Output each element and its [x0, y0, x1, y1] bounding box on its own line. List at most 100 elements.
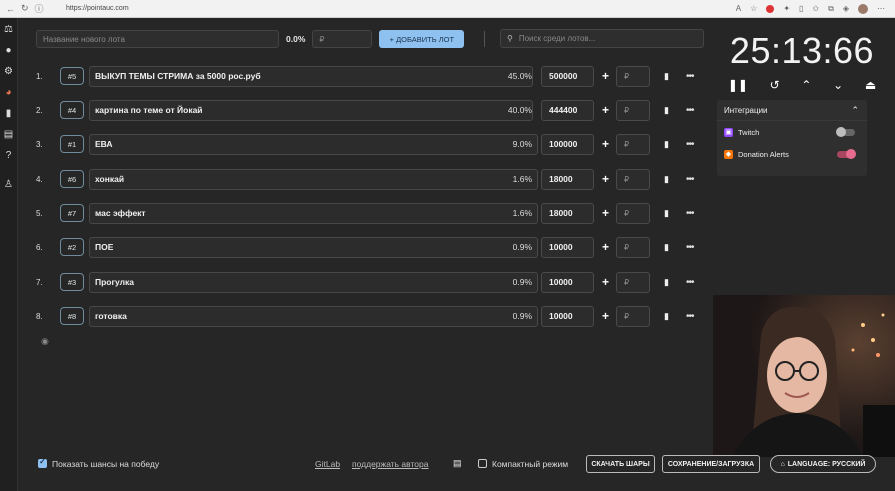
- chevron-up-icon[interactable]: ⌃: [801, 78, 811, 92]
- reload-icon[interactable]: ↻: [21, 3, 29, 14]
- settings-icon[interactable]: ⚙: [4, 66, 13, 78]
- more-icon[interactable]: •••: [686, 105, 694, 116]
- lot-id-badge[interactable]: #7: [60, 204, 84, 222]
- lot-id-badge[interactable]: #1: [60, 135, 84, 153]
- new-lot-amount-input[interactable]: ₽: [312, 30, 373, 48]
- menu-icon[interactable]: ⋯: [877, 4, 885, 13]
- compact-mode-checkbox[interactable]: [478, 459, 487, 468]
- extension-icon[interactable]: [766, 4, 775, 13]
- lot-id-badge[interactable]: #8: [60, 307, 84, 325]
- more-icon[interactable]: •••: [686, 242, 694, 253]
- lot-add-input[interactable]: ₽: [616, 133, 650, 155]
- lot-amount-input[interactable]: 100000: [541, 133, 594, 155]
- lot-amount-input[interactable]: 500000: [541, 65, 594, 87]
- trash-icon[interactable]: ▮: [664, 139, 669, 150]
- address-bar[interactable]: https://pointauc.com: [66, 5, 129, 12]
- save-load-button[interactable]: СОХРАНЕНИЕ/ЗАГРУЗКА: [662, 455, 760, 473]
- lot-amount-input[interactable]: 444400: [541, 99, 594, 121]
- lot-id-badge[interactable]: #5: [60, 67, 84, 85]
- trash-icon[interactable]: ▮: [664, 71, 669, 82]
- add-amount-button[interactable]: +: [602, 206, 609, 220]
- stats-icon[interactable]: ▮: [6, 108, 12, 120]
- more-icon[interactable]: •••: [686, 277, 694, 288]
- lot-amount-input[interactable]: 10000: [541, 236, 594, 258]
- more-icon[interactable]: •••: [686, 311, 694, 322]
- add-amount-button[interactable]: +: [602, 275, 609, 289]
- gitlab-link[interactable]: GitLab: [315, 459, 340, 469]
- add-amount-button[interactable]: +: [602, 240, 609, 254]
- profile-avatar[interactable]: [858, 3, 868, 14]
- search-input[interactable]: ⚲ Поиск среди лотов...: [500, 29, 704, 48]
- lot-id-badge[interactable]: #6: [60, 170, 84, 188]
- add-amount-button[interactable]: +: [602, 172, 609, 186]
- lot-add-input[interactable]: ₽: [616, 65, 650, 87]
- stamp-icon[interactable]: ♙: [4, 179, 13, 191]
- puzzle-icon[interactable]: ✦: [783, 4, 790, 13]
- lot-id-badge[interactable]: #3: [60, 273, 84, 291]
- add-amount-button[interactable]: +: [602, 309, 609, 323]
- lot-add-input[interactable]: ₽: [616, 305, 650, 327]
- favorites-icon[interactable]: ✩: [812, 4, 819, 13]
- add-lot-button[interactable]: + ДОБАВИТЬ ЛОТ: [379, 30, 465, 48]
- lot-name-input[interactable]: ЕВА: [89, 133, 538, 155]
- lot-amount-input[interactable]: 10000: [541, 305, 594, 327]
- lot-name-input[interactable]: картина по теме от Йокай: [89, 99, 533, 121]
- collections-icon[interactable]: ⧉: [828, 4, 834, 14]
- lot-add-input[interactable]: ₽: [616, 236, 650, 258]
- gavel-icon[interactable]: ⚖: [4, 24, 13, 36]
- lot-id-badge[interactable]: #2: [60, 238, 84, 256]
- favorite-icon[interactable]: ☆: [750, 4, 757, 13]
- trash-icon[interactable]: ▮: [664, 277, 669, 288]
- add-amount-button[interactable]: +: [602, 103, 609, 117]
- shield-icon[interactable]: ◈: [843, 4, 849, 13]
- more-icon[interactable]: •••: [686, 139, 694, 150]
- info-icon[interactable]: ⓘ: [35, 2, 44, 15]
- add-amount-button[interactable]: +: [602, 137, 609, 151]
- read-aloud-icon[interactable]: A: [736, 4, 741, 13]
- double-chevron-up-icon[interactable]: ⏏: [865, 78, 876, 92]
- more-icon[interactable]: •••: [686, 174, 694, 185]
- add-amount-button[interactable]: +: [602, 69, 609, 83]
- twitch-toggle[interactable]: [836, 127, 855, 137]
- more-icon[interactable]: •••: [686, 71, 694, 82]
- trash-icon[interactable]: ▮: [664, 105, 669, 116]
- lot-name-input[interactable]: ВЫКУП ТЕМЫ СТРИМА за 5000 рос.руб: [89, 65, 533, 87]
- donation-alerts-toggle[interactable]: [837, 149, 856, 159]
- user-icon[interactable]: ●: [5, 45, 11, 57]
- lot-id-badge[interactable]: #4: [60, 101, 84, 119]
- pause-icon[interactable]: ❚❚: [728, 78, 748, 92]
- integrations-header[interactable]: Интеграции ⌃: [717, 100, 867, 121]
- lot-add-input[interactable]: ₽: [616, 271, 650, 293]
- lot-add-input[interactable]: ₽: [616, 202, 650, 224]
- chevron-down-icon[interactable]: ⌄: [833, 78, 843, 92]
- reset-icon[interactable]: ↺: [770, 78, 780, 92]
- lot-name-input[interactable]: Прогулка: [89, 271, 538, 293]
- lot-row: 1. #5 ВЫКУП ТЕМЫ СТРИМА за 5000 рос.руб …: [36, 65, 694, 87]
- trash-icon[interactable]: ▮: [664, 174, 669, 185]
- eye-icon[interactable]: ◉: [41, 336, 49, 347]
- language-button[interactable]: ⌂ LANGUAGE: РУССКИЙ: [770, 455, 876, 473]
- trash-icon[interactable]: ▮: [664, 242, 669, 253]
- history-icon[interactable]: ▤: [4, 129, 13, 141]
- back-icon[interactable]: ←: [6, 4, 15, 14]
- lot-add-input[interactable]: ₽: [616, 99, 650, 121]
- trash-icon[interactable]: ▮: [664, 208, 669, 219]
- lot-amount-input[interactable]: 10000: [541, 271, 594, 293]
- split-screen-icon[interactable]: ▯: [799, 4, 803, 13]
- wheel-icon[interactable]: ◕: [5, 87, 11, 99]
- more-icon[interactable]: •••: [686, 208, 694, 219]
- lot-name-input[interactable]: мас эффект: [89, 202, 538, 224]
- lot-name-input[interactable]: готовка: [89, 305, 538, 327]
- lot-amount-input[interactable]: 18000: [541, 202, 594, 224]
- list-sort-icon[interactable]: ▤: [453, 458, 462, 469]
- trash-icon[interactable]: ▮: [664, 311, 669, 322]
- lot-amount-input[interactable]: 18000: [541, 168, 594, 190]
- lot-add-input[interactable]: ₽: [616, 168, 650, 190]
- new-lot-input[interactable]: Название нового лота: [36, 30, 279, 48]
- help-icon[interactable]: ?: [6, 150, 12, 162]
- download-balls-button[interactable]: СКАЧАТЬ ШАРЫ: [586, 455, 655, 473]
- support-author-link[interactable]: поддержать автора: [352, 459, 428, 469]
- lot-name-input[interactable]: хонкай: [89, 168, 538, 190]
- lot-name-input[interactable]: ПОЕ: [89, 236, 538, 258]
- chevron-up-icon[interactable]: ⌃: [851, 105, 859, 116]
